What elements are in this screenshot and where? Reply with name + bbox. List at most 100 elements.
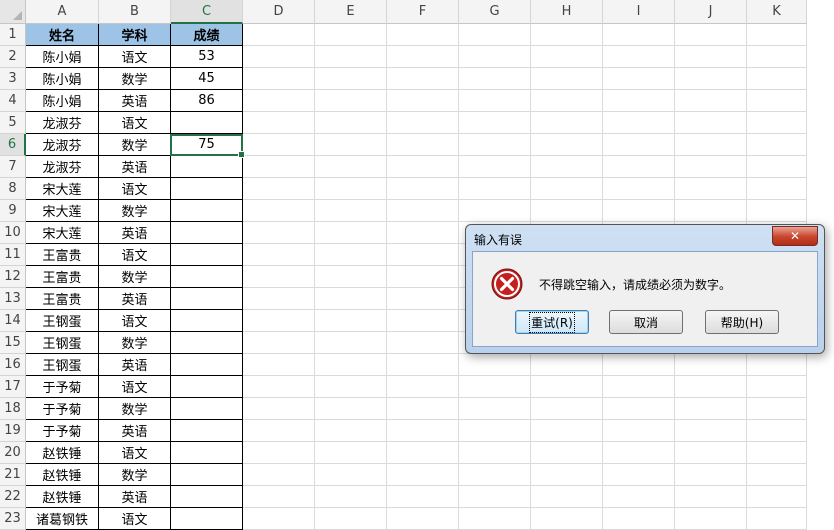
column-header-d[interactable]: D: [243, 0, 315, 24]
cell-k9[interactable]: [747, 200, 807, 222]
cell-k8[interactable]: [747, 178, 807, 200]
cell-a11[interactable]: 王富贵: [26, 244, 99, 266]
cell-d20[interactable]: [243, 442, 315, 464]
cell-f22[interactable]: [387, 486, 459, 508]
cell-b1[interactable]: 学科: [99, 24, 171, 46]
cell-f6[interactable]: [387, 134, 459, 156]
cell-a20[interactable]: 赵铁锤: [26, 442, 99, 464]
cell-h6[interactable]: [531, 134, 603, 156]
cell-h19[interactable]: [531, 420, 603, 442]
cell-b3[interactable]: 数学: [99, 68, 171, 90]
column-header-k[interactable]: K: [747, 0, 807, 24]
cell-i16[interactable]: [603, 354, 675, 376]
row-header-20[interactable]: 20: [0, 442, 26, 464]
cell-d19[interactable]: [243, 420, 315, 442]
cell-b12[interactable]: 数学: [99, 266, 171, 288]
cell-g23[interactable]: [459, 508, 531, 530]
retry-button[interactable]: 重试(R): [515, 310, 589, 334]
cell-h16[interactable]: [531, 354, 603, 376]
cell-j3[interactable]: [675, 68, 747, 90]
column-header-c[interactable]: C: [171, 0, 243, 24]
cell-d3[interactable]: [243, 68, 315, 90]
cell-g21[interactable]: [459, 464, 531, 486]
cell-b5[interactable]: 语文: [99, 112, 171, 134]
cell-f12[interactable]: [387, 266, 459, 288]
cell-c10[interactable]: [171, 222, 243, 244]
cell-f1[interactable]: [387, 24, 459, 46]
cell-c20[interactable]: [171, 442, 243, 464]
cell-f9[interactable]: [387, 200, 459, 222]
cell-f8[interactable]: [387, 178, 459, 200]
cell-h2[interactable]: [531, 46, 603, 68]
cell-d23[interactable]: [243, 508, 315, 530]
cell-i7[interactable]: [603, 156, 675, 178]
cell-k18[interactable]: [747, 398, 807, 420]
cell-h8[interactable]: [531, 178, 603, 200]
row-header-5[interactable]: 5: [0, 112, 26, 134]
cell-a17[interactable]: 于予菊: [26, 376, 99, 398]
cell-c8[interactable]: [171, 178, 243, 200]
cell-b23[interactable]: 语文: [99, 508, 171, 530]
cancel-button[interactable]: 取消: [609, 310, 683, 334]
row-header-4[interactable]: 4: [0, 90, 26, 112]
cell-a12[interactable]: 王富贵: [26, 266, 99, 288]
cell-f11[interactable]: [387, 244, 459, 266]
cell-f23[interactable]: [387, 508, 459, 530]
cell-k2[interactable]: [747, 46, 807, 68]
row-header-10[interactable]: 10: [0, 222, 26, 244]
cell-c21[interactable]: [171, 464, 243, 486]
cell-h9[interactable]: [531, 200, 603, 222]
cell-b17[interactable]: 语文: [99, 376, 171, 398]
cell-h21[interactable]: [531, 464, 603, 486]
cell-c13[interactable]: [171, 288, 243, 310]
cell-e19[interactable]: [315, 420, 387, 442]
cell-e3[interactable]: [315, 68, 387, 90]
cell-g5[interactable]: [459, 112, 531, 134]
select-all-corner[interactable]: [0, 0, 26, 24]
cell-c5[interactable]: [171, 112, 243, 134]
cell-k4[interactable]: [747, 90, 807, 112]
cell-b13[interactable]: 英语: [99, 288, 171, 310]
cell-a4[interactable]: 陈小娟: [26, 90, 99, 112]
cell-e16[interactable]: [315, 354, 387, 376]
cell-a18[interactable]: 于予菊: [26, 398, 99, 420]
cell-i2[interactable]: [603, 46, 675, 68]
cell-e18[interactable]: [315, 398, 387, 420]
cell-g19[interactable]: [459, 420, 531, 442]
cell-i1[interactable]: [603, 24, 675, 46]
cell-i19[interactable]: [603, 420, 675, 442]
cell-c9[interactable]: [171, 200, 243, 222]
cell-j4[interactable]: [675, 90, 747, 112]
cell-i8[interactable]: [603, 178, 675, 200]
cell-i4[interactable]: [603, 90, 675, 112]
cell-d14[interactable]: [243, 310, 315, 332]
cell-j8[interactable]: [675, 178, 747, 200]
cell-j1[interactable]: [675, 24, 747, 46]
cell-j9[interactable]: [675, 200, 747, 222]
column-header-g[interactable]: G: [459, 0, 531, 24]
cell-g1[interactable]: [459, 24, 531, 46]
row-header-19[interactable]: 19: [0, 420, 26, 442]
cell-a6[interactable]: 龙淑芬: [26, 134, 99, 156]
cell-b10[interactable]: 英语: [99, 222, 171, 244]
cell-d4[interactable]: [243, 90, 315, 112]
cell-k5[interactable]: [747, 112, 807, 134]
cell-b9[interactable]: 数学: [99, 200, 171, 222]
cell-c2[interactable]: 53: [171, 46, 243, 68]
cell-e11[interactable]: [315, 244, 387, 266]
cell-a5[interactable]: 龙淑芬: [26, 112, 99, 134]
cell-h18[interactable]: [531, 398, 603, 420]
cell-a23[interactable]: 诸葛钢铁: [26, 508, 99, 530]
close-button[interactable]: ✕: [772, 226, 818, 246]
row-header-6[interactable]: 6: [0, 134, 26, 156]
cell-h5[interactable]: [531, 112, 603, 134]
cell-i21[interactable]: [603, 464, 675, 486]
cell-f2[interactable]: [387, 46, 459, 68]
cell-f7[interactable]: [387, 156, 459, 178]
cell-c19[interactable]: [171, 420, 243, 442]
cell-b16[interactable]: 英语: [99, 354, 171, 376]
cell-g16[interactable]: [459, 354, 531, 376]
help-button[interactable]: 帮助(H): [705, 310, 779, 334]
column-header-f[interactable]: F: [387, 0, 459, 24]
cell-h1[interactable]: [531, 24, 603, 46]
